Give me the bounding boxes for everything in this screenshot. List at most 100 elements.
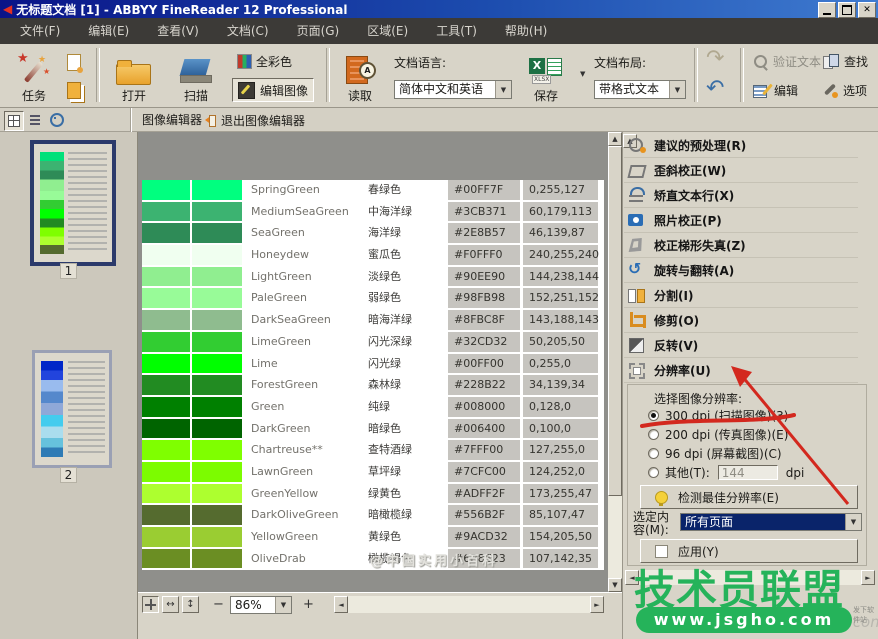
color-chinese-name: 闪光绿 bbox=[368, 354, 448, 374]
color-name: Honeydew bbox=[243, 245, 368, 265]
divider bbox=[130, 108, 131, 132]
main-toolbar: ★★★ 任务 打开 扫描 全彩色 编辑图像 读取 文档语言: 简体中文和英语 bbox=[0, 44, 878, 108]
page-thumbnail-1[interactable] bbox=[30, 140, 116, 266]
save-dropdown-arrow-icon[interactable]: ▼ bbox=[580, 70, 585, 78]
find-button[interactable]: 查找 bbox=[818, 49, 873, 73]
maximize-icon[interactable] bbox=[838, 2, 856, 18]
scan-button[interactable]: 扫描 bbox=[168, 46, 224, 104]
verify-text-button[interactable]: 验证文本 bbox=[748, 49, 826, 73]
resolution-other-option[interactable]: 其他(T): 144 dpi bbox=[648, 464, 804, 481]
scroll-right-icon[interactable]: ► bbox=[590, 596, 604, 613]
color-name: Green bbox=[243, 397, 368, 417]
apply-button[interactable]: 应用(Y) bbox=[640, 539, 858, 563]
resolution-panel: 选择图像分辨率: 300 dpi (扫描图像)(3) 200 dpi (传真图像… bbox=[627, 384, 867, 566]
menu-item[interactable]: 帮助(H) bbox=[491, 18, 561, 44]
color-name: DarkOliveGreen bbox=[243, 505, 368, 525]
menu-item[interactable]: 页面(G) bbox=[283, 18, 354, 44]
pan-tool-icon[interactable] bbox=[142, 596, 159, 613]
color-chinese-name: 暗海洋绿 bbox=[368, 310, 448, 330]
sidebar-tool-invert[interactable]: 反转(V) bbox=[624, 333, 858, 358]
color-chinese-name: 暗橄榄绿 bbox=[368, 505, 448, 525]
scrollbar-thumb[interactable] bbox=[608, 146, 622, 496]
detect-resolution-button[interactable]: 检测最佳分辨率(E) bbox=[640, 485, 858, 509]
custom-dpi-input[interactable]: 144 bbox=[718, 465, 778, 480]
options-button[interactable]: 选项 bbox=[818, 78, 872, 102]
color-name: Chartreuse** bbox=[243, 440, 368, 460]
zoom-level-select[interactable]: 86% bbox=[230, 596, 292, 614]
chevron-down-icon[interactable] bbox=[669, 81, 685, 98]
color-rgb: 143,188,143 bbox=[523, 310, 598, 330]
chevron-down-icon[interactable] bbox=[495, 81, 511, 98]
sidebar-tool-preprocess[interactable]: 建议的预处理(R) bbox=[624, 133, 858, 158]
selection-select[interactable]: 所有页面 bbox=[680, 513, 862, 531]
thumbnail-image bbox=[41, 361, 63, 457]
language-select[interactable]: 简体中文和英语 bbox=[394, 80, 512, 99]
zoom-out-button[interactable]: − bbox=[210, 596, 227, 613]
redo-icon[interactable]: ↷ bbox=[706, 46, 724, 72]
scroll-down-icon[interactable]: ▼ bbox=[608, 578, 622, 592]
sidebar-tool-crop[interactable]: 修剪(O) bbox=[624, 308, 858, 333]
zoom-in-button[interactable]: + bbox=[300, 596, 317, 613]
color-chinese-name: 森林绿 bbox=[368, 375, 448, 395]
color-name: GreenYellow bbox=[243, 484, 368, 504]
preprocess-icon bbox=[628, 137, 646, 153]
sidebar-tool-photo-correct[interactable]: 照片校正(P) bbox=[624, 208, 858, 233]
sidebar-tool-resolution[interactable]: 分辨率(U) bbox=[624, 358, 858, 383]
undo-icon[interactable]: ↶ bbox=[706, 76, 724, 102]
menu-item[interactable]: 编辑(E) bbox=[74, 18, 143, 44]
edit-button[interactable]: 编辑 bbox=[748, 78, 803, 102]
table-row: Lime 闪光绿 #00FF00 0,255,0 bbox=[142, 354, 604, 374]
menu-item[interactable]: 区域(E) bbox=[353, 18, 422, 44]
list-view-button[interactable] bbox=[26, 111, 44, 129]
canvas-horizontal-scrollbar[interactable]: ◄ ► bbox=[334, 596, 604, 613]
copy-page-button[interactable] bbox=[62, 78, 86, 102]
panel-settings-button[interactable] bbox=[48, 111, 66, 129]
color-hex: #ADFF2F bbox=[448, 484, 520, 504]
zoom-bar: ↔ ↕ − 86% + ◄ ► bbox=[138, 592, 622, 616]
color-swatch bbox=[142, 397, 190, 417]
chevron-down-icon[interactable] bbox=[275, 597, 291, 613]
open-button[interactable]: 打开 bbox=[106, 46, 162, 104]
sidebar-tool-rotate[interactable]: 旋转与翻转(A) bbox=[624, 258, 858, 283]
thumbnail-view-button[interactable] bbox=[4, 111, 24, 131]
scroll-left-icon[interactable]: ◄ bbox=[334, 596, 348, 613]
resolution-radio-option[interactable]: 96 dpi (屏幕截图)(C) bbox=[648, 445, 782, 462]
color-rgb: 34,139,34 bbox=[523, 375, 598, 395]
color-rgb: 85,107,47 bbox=[523, 505, 598, 525]
save-button[interactable]: 保存 bbox=[520, 46, 572, 104]
edit-image-button[interactable]: 编辑图像 bbox=[232, 78, 314, 102]
sidebar-tool-trapezoid[interactable]: 校正梯形失真(Z) bbox=[624, 233, 858, 258]
page-thumbnail-2[interactable] bbox=[32, 350, 112, 468]
menu-item[interactable]: 文件(F) bbox=[6, 18, 74, 44]
layout-select[interactable]: 带格式文本 bbox=[594, 80, 686, 99]
menu-item[interactable]: 文档(C) bbox=[213, 18, 283, 44]
color-rgb: 127,255,0 bbox=[523, 440, 598, 460]
table-row: PaleGreen 弱绿色 #98FB98 152,251,152 bbox=[142, 288, 604, 308]
canvas-vertical-scrollbar[interactable]: ▲ ▼ bbox=[608, 132, 622, 592]
exit-image-editor-button[interactable]: 退出图像编辑器 bbox=[200, 108, 305, 132]
resolution-radio-option[interactable]: 200 dpi (传真图像)(E) bbox=[648, 426, 788, 443]
chevron-down-icon[interactable] bbox=[845, 514, 861, 530]
color-swatch bbox=[142, 354, 190, 374]
trapezoid-icon bbox=[628, 237, 646, 253]
sidebar-tool-split[interactable]: 分割(I) bbox=[624, 283, 858, 308]
close-icon[interactable] bbox=[858, 2, 876, 18]
task-button[interactable]: ★★★ 任务 bbox=[8, 46, 60, 104]
table-row: YellowGreen 黄绿色 #9ACD32 154,205,50 bbox=[142, 527, 604, 547]
sidebar-tool-deskew[interactable]: 歪斜校正(W) bbox=[624, 158, 858, 183]
scroll-up-icon[interactable]: ▲ bbox=[608, 132, 622, 146]
menu-item[interactable]: 查看(V) bbox=[143, 18, 213, 44]
fit-height-icon[interactable]: ↕ bbox=[182, 596, 199, 613]
full-color-button[interactable]: 全彩色 bbox=[232, 49, 297, 73]
color-swatch bbox=[142, 375, 190, 395]
read-button[interactable]: 读取 bbox=[334, 46, 386, 104]
minimize-icon[interactable] bbox=[818, 2, 836, 18]
menu-item[interactable]: 工具(T) bbox=[422, 18, 491, 44]
color-swatch bbox=[192, 397, 242, 417]
color-hex: #556B2F bbox=[448, 505, 520, 525]
image-canvas[interactable]: @中国实用小百科 SpringGreen 春绿色 #00FF7F 0,255,1… bbox=[138, 132, 608, 592]
fit-width-icon[interactable]: ↔ bbox=[162, 596, 179, 613]
new-page-button[interactable] bbox=[62, 50, 86, 74]
sidebar-tool-straighten[interactable]: 矫直文本行(X) bbox=[624, 183, 858, 208]
resolution-radio-option[interactable]: 300 dpi (扫描图像)(3) bbox=[648, 407, 788, 424]
